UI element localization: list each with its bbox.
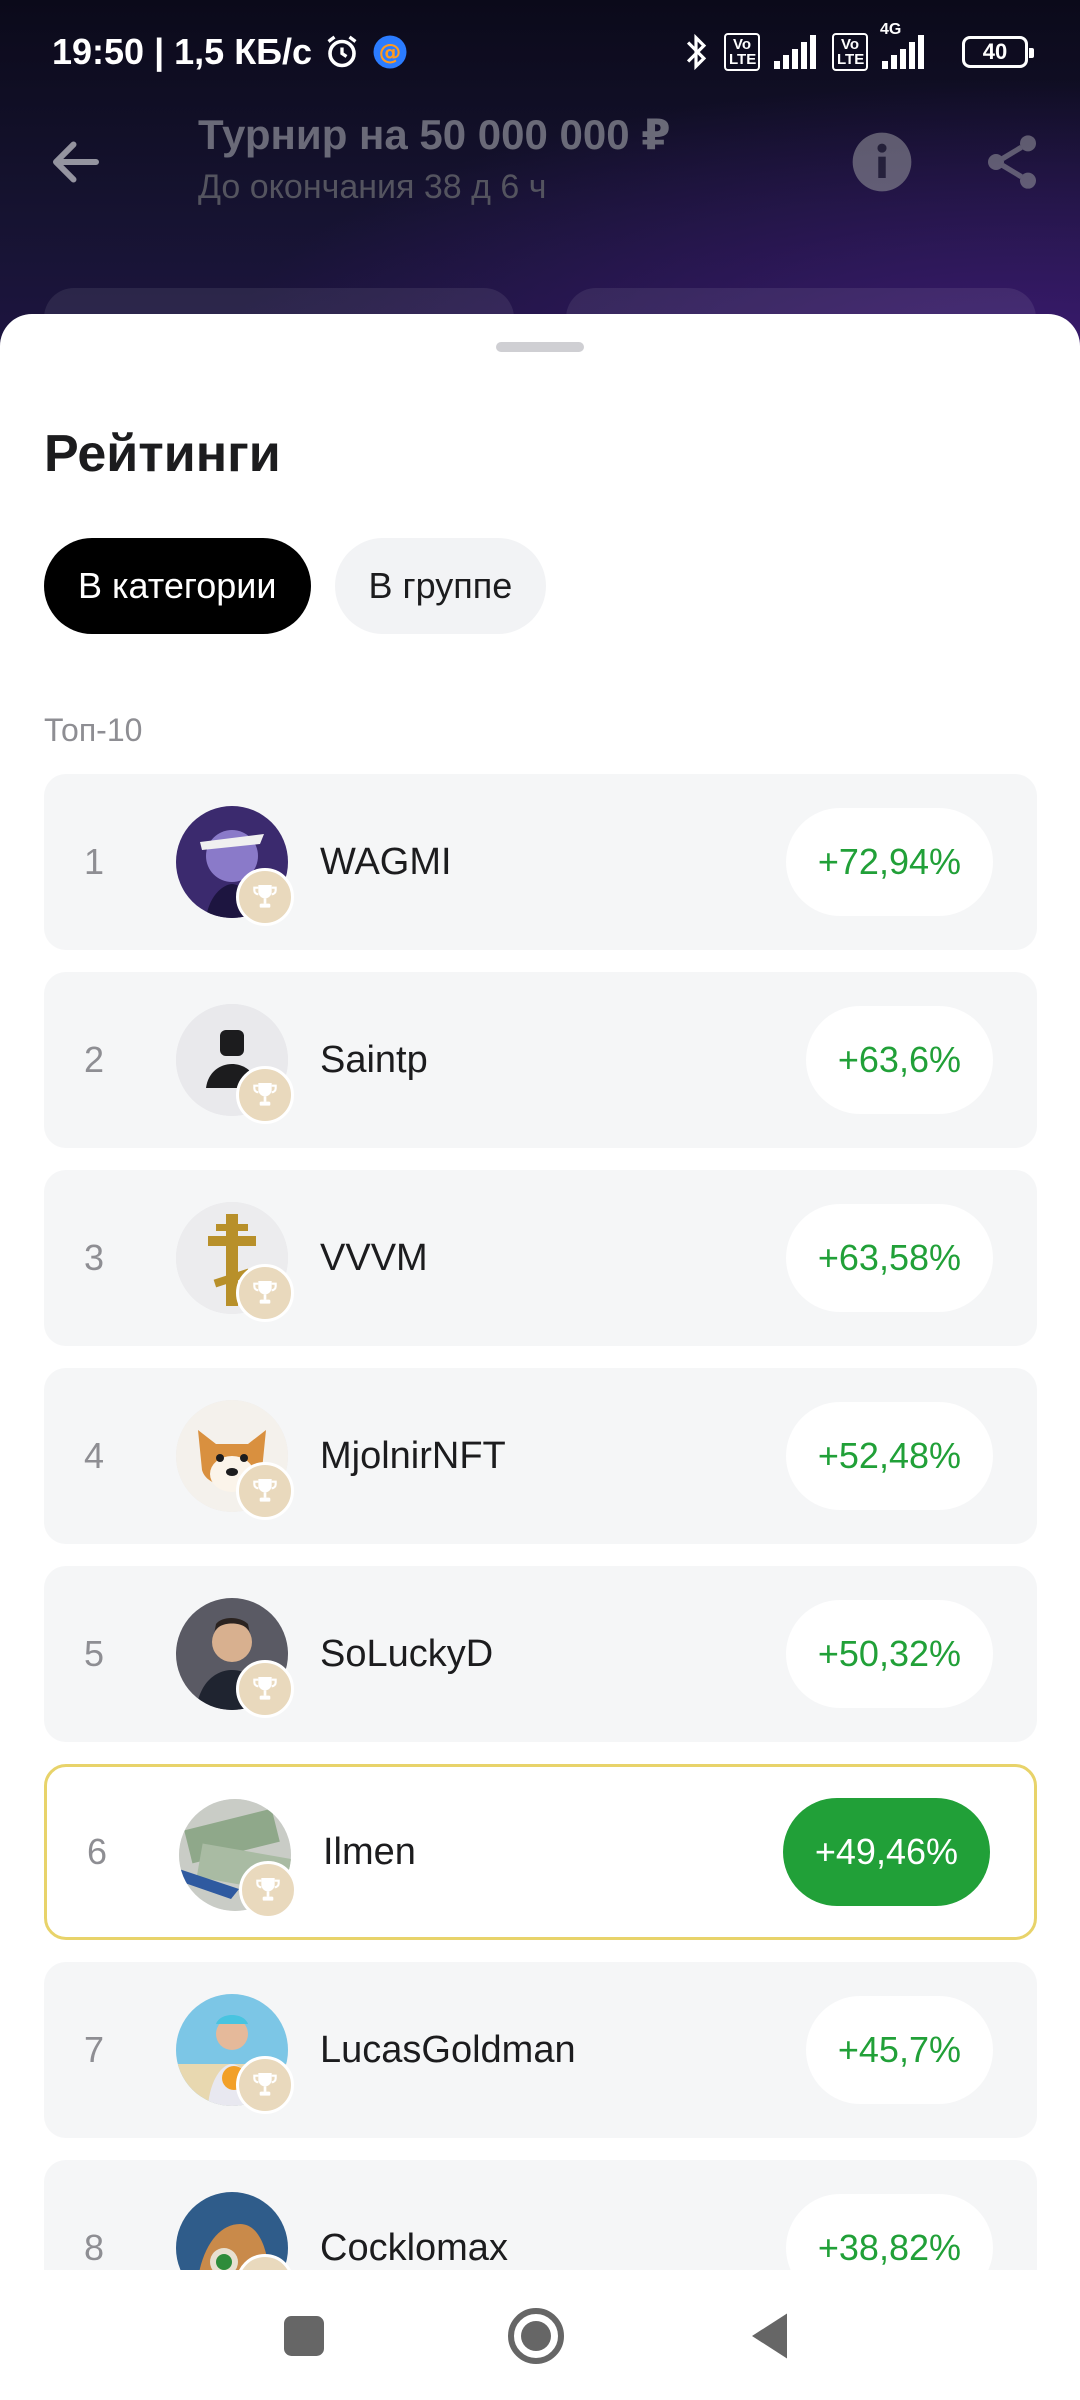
rank-number: 2 [83,1039,105,1080]
trophy-icon [236,1660,294,1718]
participant-name: LucasGoldman [320,2028,576,2071]
status-bar: 19:50 | 1,5 КБ/с @ Vo LTE Vo LTE 4G 40 [0,0,1080,104]
rank-number: 5 [83,1633,105,1674]
sheet-title: Рейтинги [44,425,281,483]
recents-square-icon[interactable] [274,2306,334,2366]
participant-name: MjolnirNFT [320,1434,506,1477]
trophy-icon [236,1264,294,1322]
rating-tabs: В категории В группе [44,538,547,634]
status-time-speed: 19:50 | 1,5 КБ/с [52,31,313,72]
rating-row[interactable]: 8 Cocklomax +38,82% [44,2160,1037,2270]
svg-text:@: @ [379,40,402,66]
rating-row-current-user[interactable]: 6 Ilmen +49,46% [44,1764,1037,1940]
participant-name: WAGMI [320,840,452,883]
back-arrow-icon[interactable] [46,132,106,192]
trophy-icon [236,1066,294,1124]
bluetooth-icon [682,33,710,71]
tab-in-group[interactable]: В группе [334,538,547,634]
profit-badge: +38,82% [785,2194,993,2270]
volte-badge: Vo LTE [724,33,760,71]
rank-number: 4 [83,1435,105,1476]
profit-badge: +50,32% [785,1600,993,1708]
participant-name: VVVM [320,1236,428,1279]
trophy-icon [239,1861,297,1919]
tournament-title: Турнир на 50 000 000 ₽ [198,111,671,158]
info-icon[interactable] [850,130,914,194]
home-circle-icon[interactable] [506,2306,566,2366]
alarm-icon [324,34,360,70]
app-header: Турнир на 50 000 000 ₽ До окончания 38 д… [0,104,1080,214]
share-icon[interactable] [980,130,1044,194]
tournament-countdown: До окончания 38 д 6 ч [198,168,547,206]
trophy-icon [236,1462,294,1520]
profit-badge: +49,46% [782,1798,990,1906]
section-label-top10: Топ-10 [44,712,143,748]
rating-row[interactable]: 3 VVVM +63,58% [44,1170,1037,1346]
trophy-icon [236,868,294,926]
rank-number: 6 [86,1831,108,1872]
trophy-icon [236,2056,294,2114]
system-navigation-bar [0,2270,1080,2400]
profit-badge: +63,58% [785,1204,993,1312]
signal-4g-icon: 4G [880,21,948,69]
rating-row[interactable]: 2 Saintp +63,6% [44,972,1037,1148]
volte-badge-2: Vo LTE [832,33,868,71]
participant-name: Saintp [320,1038,428,1081]
profit-badge: +52,48% [785,1402,993,1510]
rank-number: 7 [83,2029,105,2070]
profit-badge: +45,7% [805,1996,993,2104]
profit-badge: +72,94% [785,808,993,916]
at-sign-icon: @ [372,34,408,70]
network-type: 4G [880,21,902,38]
rating-list: 1 WAGMI +72,94% 2 Saintp +63,6% 3 VVVM +… [44,774,1037,2270]
drag-handle[interactable] [496,342,584,352]
rank-number: 3 [83,1237,105,1278]
ratings-sheet: Рейтинги В категории В группе Топ-10 1 W… [0,314,1080,2270]
battery-indicator: 40 [962,36,1034,68]
rating-row[interactable]: 5 SoLuckyD +50,32% [44,1566,1037,1742]
rating-row[interactable]: 4 MjolnirNFT +52,48% [44,1368,1037,1544]
back-triangle-icon[interactable] [742,2306,802,2366]
participant-name: Ilmen [323,1830,416,1873]
tab-in-category[interactable]: В категории [44,538,311,634]
rank-number: 8 [83,2227,105,2268]
rating-row[interactable]: 1 WAGMI +72,94% [44,774,1037,950]
rating-row[interactable]: 7 LucasGoldman +45,7% [44,1962,1037,2138]
participant-name: Cocklomax [320,2226,508,2269]
profit-badge: +63,6% [805,1006,993,1114]
rank-number: 1 [83,841,105,882]
participant-name: SoLuckyD [320,1632,494,1675]
signal-icon [774,35,818,69]
